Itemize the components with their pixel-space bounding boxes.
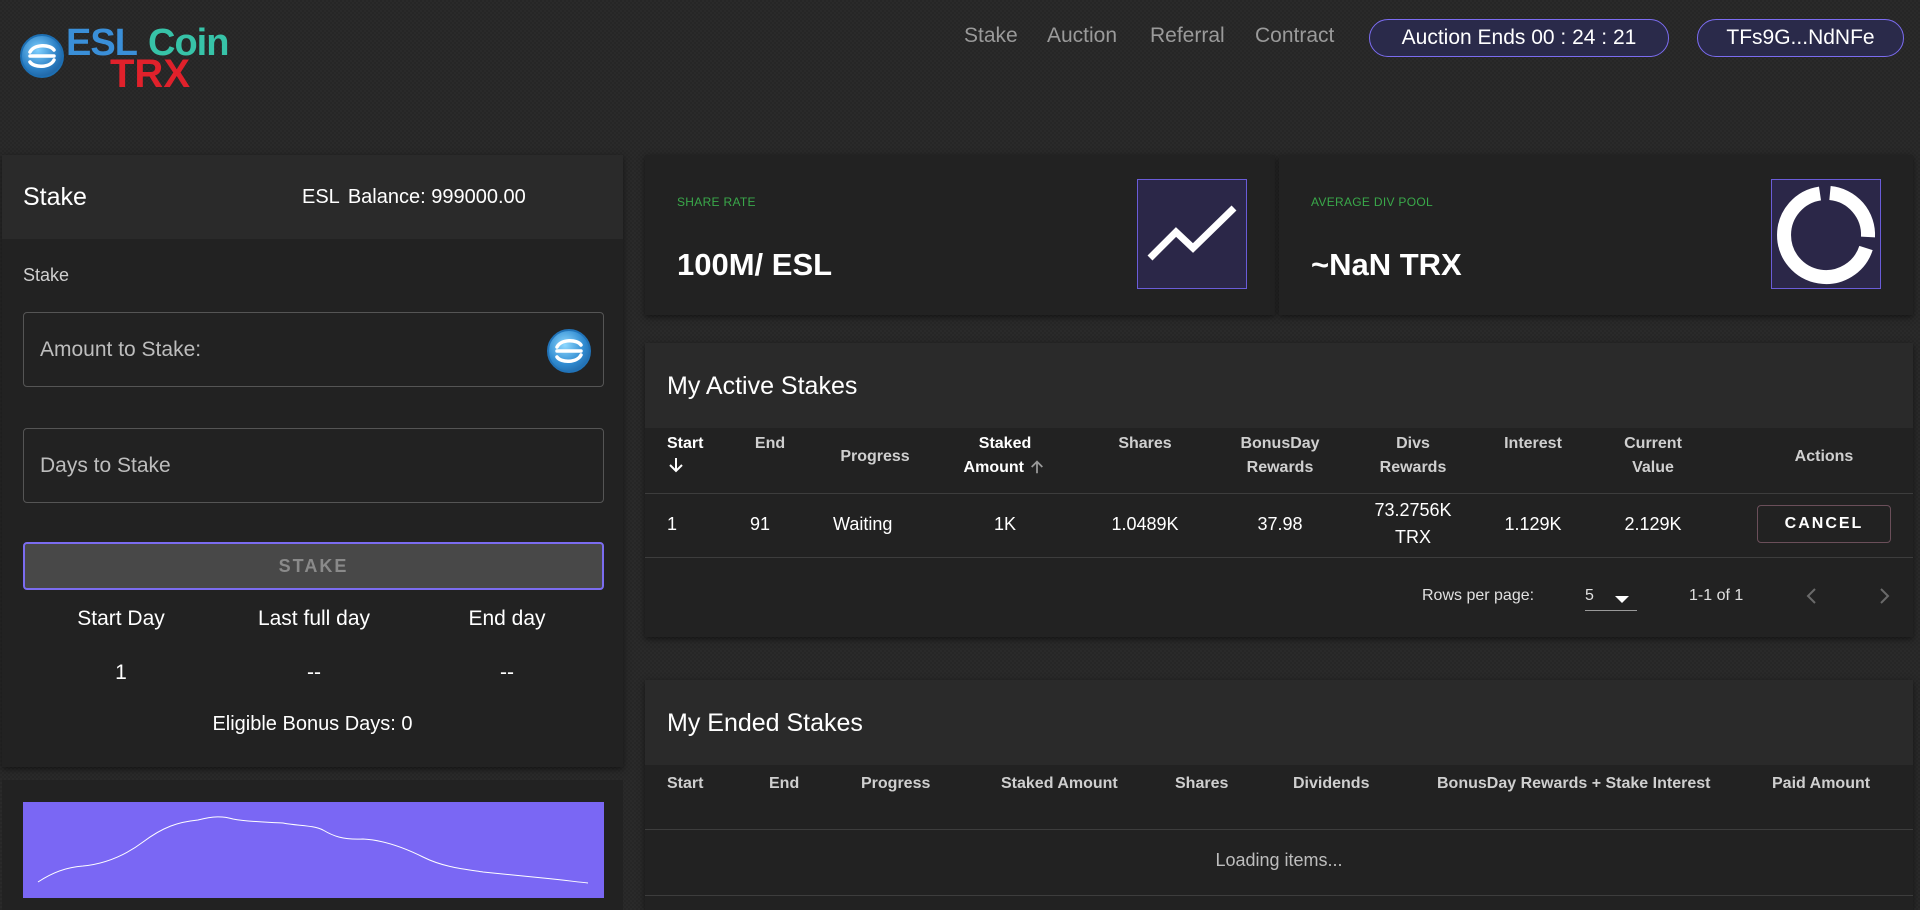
cell-bonus: 37.98 bbox=[1257, 514, 1303, 534]
price-chart-card bbox=[2, 780, 623, 910]
col-divs-label-2: Rewards bbox=[1379, 459, 1447, 476]
rows-per-page-value: 5 bbox=[1585, 587, 1594, 604]
cell-progress: Waiting bbox=[833, 514, 893, 534]
col-current-value[interactable]: Current Value bbox=[1603, 432, 1703, 480]
share-rate-card: SHARE RATE 100M/ ESL bbox=[645, 155, 1275, 315]
chevron-left-icon[interactable] bbox=[1805, 587, 1819, 610]
ended-col-start[interactable]: Start bbox=[667, 772, 727, 796]
stake-panel-header: Stake ESL Balance: 999000.00 bbox=[2, 155, 623, 239]
col-bonus-label-1: BonusDay bbox=[1240, 435, 1320, 452]
active-stakes-title: My Active Stakes bbox=[667, 372, 858, 400]
stake-section-label: Stake bbox=[23, 265, 70, 285]
nav-contract[interactable]: Contract bbox=[1255, 24, 1334, 48]
cancel-stake-button[interactable]: CANCEL bbox=[1757, 505, 1891, 543]
divider bbox=[645, 557, 1913, 558]
nav-stake[interactable]: Stake bbox=[964, 24, 1018, 48]
ended-col-bonus-interest[interactable]: BonusDay Rewards + Stake Interest bbox=[1437, 772, 1757, 796]
col-staked-label-1: Staked bbox=[978, 435, 1032, 452]
ended-col-shares[interactable]: Shares bbox=[1175, 772, 1255, 796]
cell-divs: 73.2756K TRX bbox=[1363, 497, 1463, 551]
last-full-day-label: Last full day bbox=[257, 607, 371, 630]
col-end[interactable]: End bbox=[750, 432, 790, 456]
start-day-label: Start Day bbox=[77, 607, 165, 630]
avg-div-pool-card: AVERAGE DIV POOL ~NaN TRX bbox=[1279, 155, 1913, 315]
cell-shares: 1.0489K bbox=[1111, 514, 1179, 534]
ended-col-staked-amount[interactable]: Staked Amount bbox=[1001, 772, 1141, 796]
logo-trx-text: TRX bbox=[110, 52, 190, 96]
divider bbox=[645, 829, 1913, 830]
ended-col-paid-amount[interactable]: Paid Amount bbox=[1772, 772, 1892, 796]
col-current-label-1: Current bbox=[1624, 435, 1682, 452]
last-full-day-value: -- bbox=[307, 661, 321, 684]
col-start-label: Start bbox=[667, 435, 704, 452]
divider bbox=[645, 493, 1913, 494]
rows-per-page-label: Rows per page: bbox=[1422, 587, 1535, 604]
end-day-label: End day bbox=[468, 607, 546, 630]
col-staked-label-2: Amount bbox=[963, 459, 1024, 476]
header: ESL Coin TRX Stake Auction Referral Cont… bbox=[0, 0, 1920, 100]
start-day-value: 1 bbox=[115, 661, 127, 684]
cell-start: 1 bbox=[667, 514, 678, 534]
active-stakes-header: My Active Stakes bbox=[645, 343, 1913, 428]
amount-field[interactable] bbox=[23, 312, 604, 387]
nav-auction[interactable]: Auction bbox=[1047, 24, 1117, 48]
stake-panel: Stake ESLBalance: 999000.00 Stake STAKE … bbox=[2, 155, 623, 767]
loading-text: Loading items... bbox=[1215, 850, 1343, 870]
cell-end: 91 bbox=[750, 514, 771, 534]
end-day-value: -- bbox=[500, 661, 514, 684]
cell-divs-unit: TRX bbox=[1395, 527, 1431, 547]
divider bbox=[645, 895, 1913, 896]
arrow-down-icon[interactable] bbox=[667, 456, 687, 482]
col-staked-amount[interactable]: Staked Amount bbox=[945, 432, 1065, 483]
arrow-up-icon[interactable] bbox=[1028, 459, 1046, 483]
ended-col-dividends[interactable]: Dividends bbox=[1293, 772, 1403, 796]
donut-chart-icon bbox=[1771, 179, 1881, 289]
esl-coin-icon bbox=[547, 329, 591, 373]
page-info: 1-1 of 1 bbox=[1689, 587, 1744, 604]
col-divs-label-1: Divs bbox=[1396, 435, 1430, 452]
col-current-label-2: Value bbox=[1632, 459, 1674, 476]
stake-button[interactable]: STAKE bbox=[23, 542, 604, 590]
ended-col-end[interactable]: End bbox=[769, 772, 819, 796]
esl-balance: ESL Balance: 999000.00 bbox=[302, 186, 526, 209]
price-sparkline bbox=[23, 802, 604, 898]
avg-div-pool-value: ~NaN TRX bbox=[1311, 247, 1462, 282]
days-field[interactable] bbox=[23, 428, 604, 503]
caret-down-icon bbox=[1615, 591, 1629, 609]
active-stakes-card: My Active Stakes Start End Progress Stak… bbox=[645, 343, 1913, 637]
col-start[interactable]: Start bbox=[667, 432, 707, 482]
nav-referral[interactable]: Referral bbox=[1150, 24, 1225, 48]
ended-stakes-header: My Ended Stakes bbox=[645, 680, 1913, 765]
wallet-address-button[interactable]: TFs9G...NdNFe bbox=[1697, 19, 1904, 57]
col-shares[interactable]: Shares bbox=[1095, 432, 1195, 456]
col-bonus-label-2: Rewards bbox=[1246, 459, 1314, 476]
col-bonusday-rewards[interactable]: BonusDay Rewards bbox=[1215, 432, 1345, 480]
share-rate-value: 100M/ ESL bbox=[677, 247, 833, 282]
chevron-right-icon[interactable] bbox=[1877, 587, 1891, 610]
avg-div-pool-label: AVERAGE DIV POOL bbox=[1311, 195, 1433, 209]
cell-staked: 1K bbox=[993, 514, 1017, 534]
rows-per-page-select[interactable]: 5 bbox=[1585, 579, 1637, 611]
ended-stakes-title: My Ended Stakes bbox=[667, 709, 863, 737]
col-divs-rewards[interactable]: Divs Rewards bbox=[1363, 432, 1463, 480]
days-to-stake-input[interactable] bbox=[24, 429, 603, 502]
share-rate-label: SHARE RATE bbox=[677, 195, 756, 209]
col-actions: Actions bbox=[1794, 448, 1854, 465]
amount-to-stake-input[interactable] bbox=[24, 313, 603, 386]
trending-up-icon bbox=[1137, 179, 1247, 289]
ended-col-progress[interactable]: Progress bbox=[861, 772, 961, 796]
balance-token: ESL bbox=[302, 186, 340, 208]
balance-text: Balance: 999000.00 bbox=[347, 186, 526, 208]
cell-interest: 1.129K bbox=[1504, 514, 1562, 534]
col-progress[interactable]: Progress bbox=[825, 445, 925, 469]
stake-panel-title: Stake bbox=[23, 183, 87, 211]
eligible-bonus-days: Eligible Bonus Days: 0 bbox=[212, 713, 413, 735]
cell-current-value: 2.129K bbox=[1624, 514, 1682, 534]
ended-stakes-card: My Ended Stakes Start End Progress Stake… bbox=[645, 680, 1913, 910]
auction-timer-button[interactable]: Auction Ends 00 : 24 : 21 bbox=[1369, 19, 1669, 57]
cell-divs-value: 73.2756K bbox=[1374, 500, 1452, 520]
col-interest[interactable]: Interest bbox=[1483, 432, 1583, 456]
